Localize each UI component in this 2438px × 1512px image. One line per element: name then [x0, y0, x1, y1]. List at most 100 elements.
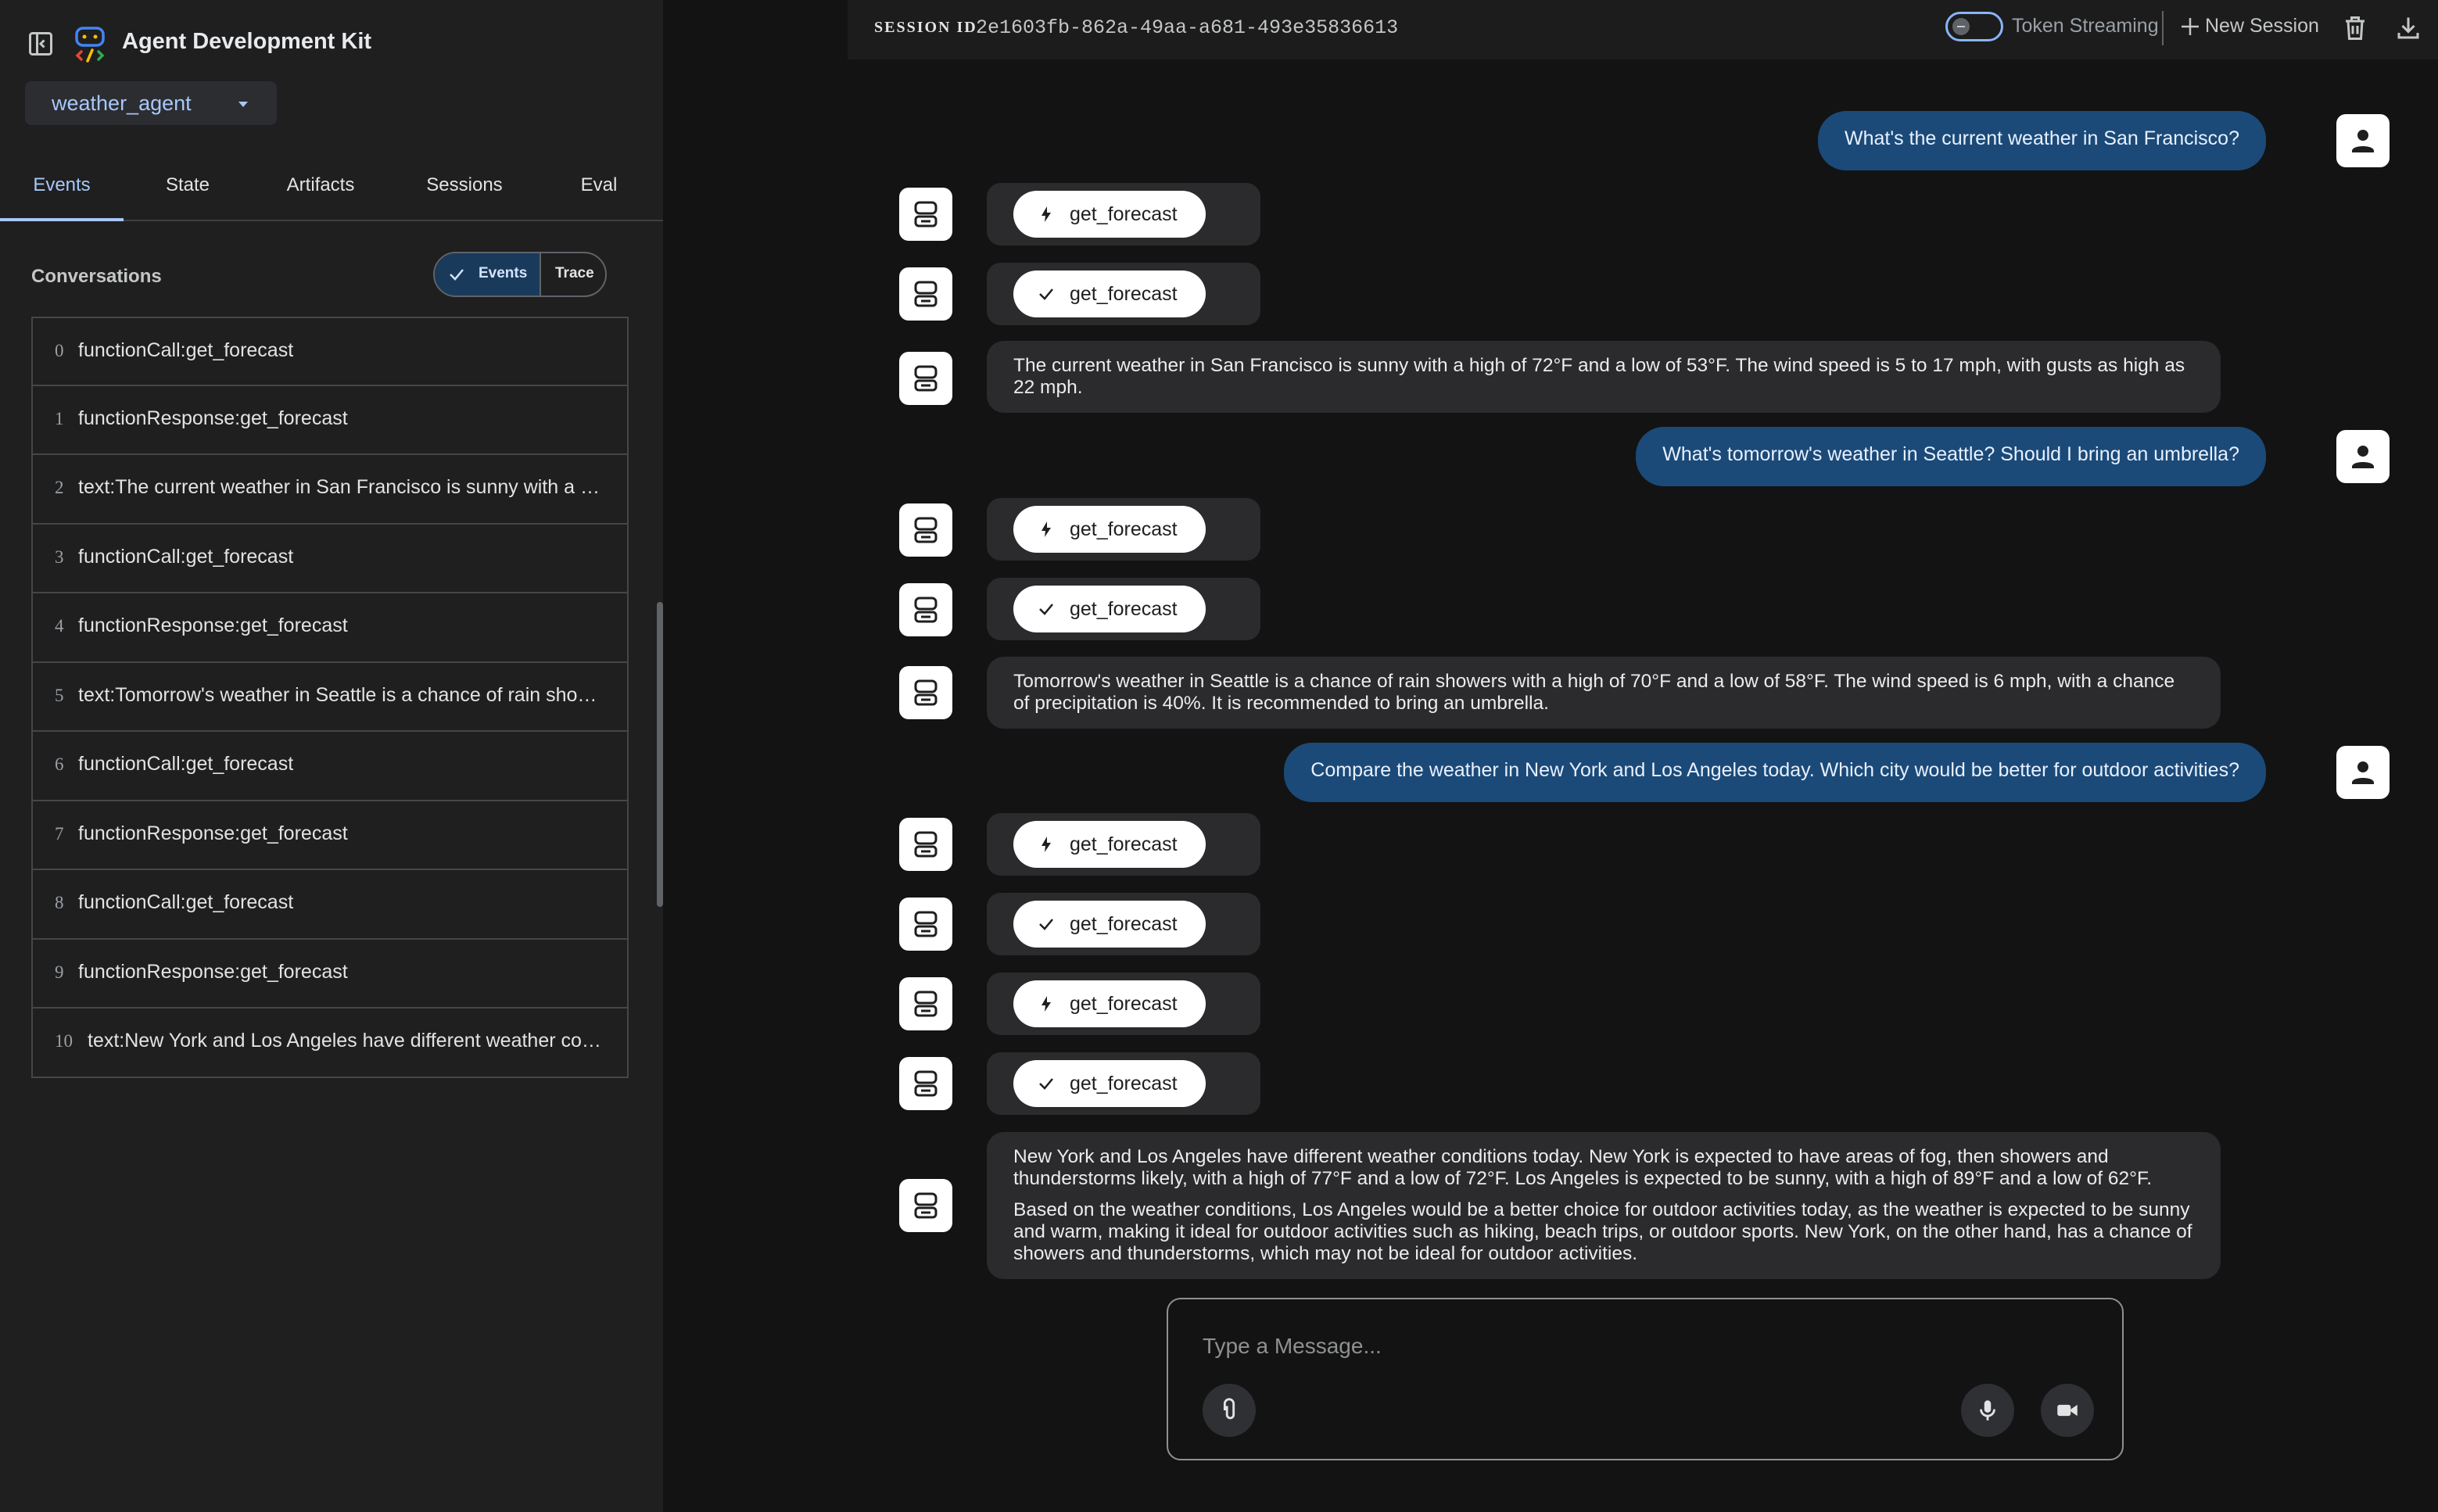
bolt-icon	[1037, 520, 1056, 539]
bolt-icon	[1037, 994, 1056, 1013]
check-icon	[1037, 600, 1056, 618]
check-icon	[1037, 285, 1056, 303]
event-index: 5	[55, 685, 64, 705]
agent-select[interactable]: weather_agent	[25, 81, 277, 125]
events-toggle-button[interactable]: Events	[435, 253, 541, 296]
event-text: functionResponse:get_forecast	[78, 614, 348, 636]
chevron-down-icon	[235, 95, 252, 113]
attach-button[interactable]	[1203, 1384, 1256, 1437]
event-row[interactable]: 0 functionCall:get_forecast	[31, 317, 629, 386]
message-input[interactable]: Type a Message...	[1167, 1298, 2124, 1460]
session-id-label: SESSION ID	[874, 19, 977, 36]
event-row[interactable]: 7 functionResponse:get_forecast	[31, 801, 629, 870]
agent-message: Tomorrow's weather in Seattle is a chanc…	[987, 657, 2221, 729]
function-call-chip[interactable]: get_forecast	[1013, 506, 1206, 553]
event-list: 0 functionCall:get_forecast 1 functionResp…	[31, 317, 629, 1078]
sidebar: Agent Development Kit weather_agent Even…	[0, 0, 663, 1512]
event-index: 9	[55, 962, 64, 982]
tab-label: Eval	[580, 174, 618, 195]
event-row[interactable]: 8 functionCall:get_forecast	[31, 870, 629, 940]
agent-message: The current weather in San Francisco is …	[987, 341, 2221, 413]
function-name: get_forecast	[1070, 283, 1178, 305]
microphone-icon	[1980, 1400, 1995, 1421]
tab-events[interactable]: Events	[0, 160, 124, 221]
event-index: 10	[55, 1031, 73, 1051]
trace-toggle-button[interactable]: Trace	[541, 253, 605, 296]
agent-avatar	[899, 583, 952, 636]
tab-label: State	[165, 174, 210, 195]
agent-avatar	[899, 977, 952, 1030]
agent-select-value: weather_agent	[52, 91, 192, 115]
tab-sessions[interactable]: Sessions	[407, 160, 522, 218]
agent-message: New York and Los Angeles have different …	[987, 1132, 2221, 1279]
function-call-chip[interactable]: get_forecast	[1013, 821, 1206, 868]
event-index: 2	[55, 478, 64, 497]
function-response-chip[interactable]: get_forecast	[1013, 586, 1206, 632]
event-index: 0	[55, 341, 64, 360]
function-response-chip[interactable]: get_forecast	[1013, 271, 1206, 317]
user-message: Compare the weather in New York and Los …	[1284, 743, 2266, 802]
bot-icon	[914, 831, 938, 858]
tab-state[interactable]: State	[133, 160, 242, 218]
video-button[interactable]	[2041, 1384, 2094, 1437]
sidebar-scrollbar[interactable]	[657, 602, 663, 907]
check-icon	[447, 265, 466, 284]
agent-avatar	[899, 818, 952, 871]
app-title: Agent Development Kit	[122, 29, 372, 54]
function-response-chip[interactable]: get_forecast	[1013, 1060, 1206, 1107]
function-name: get_forecast	[1070, 833, 1178, 855]
paperclip-icon	[1223, 1398, 1235, 1420]
event-row[interactable]: 2 text:The current weather in San Francis…	[31, 455, 629, 525]
agent-message-text: Tomorrow's weather in Seattle is a chanc…	[1013, 671, 2175, 714]
conversations-heading: Conversations	[31, 266, 162, 287]
bolt-icon	[1037, 835, 1056, 854]
agent-avatar	[899, 666, 952, 719]
tab-label: Artifacts	[286, 174, 355, 195]
event-row[interactable]: 1 functionResponse:get_forecast	[31, 385, 629, 455]
event-row[interactable]: 5 text:Tomorrow's weather in Seattle is a…	[31, 662, 629, 732]
agent-avatar	[899, 188, 952, 241]
function-call-card: get_forecast	[987, 973, 1260, 1035]
event-text: functionCall:get_forecast	[78, 753, 294, 775]
function-name: get_forecast	[1070, 993, 1178, 1015]
check-icon	[1037, 1074, 1056, 1093]
bot-icon	[914, 1070, 938, 1097]
toggle-knob	[1952, 18, 1970, 35]
function-call-card: get_forecast	[987, 498, 1260, 561]
delete-icon[interactable]	[2341, 14, 2369, 42]
token-streaming-toggle[interactable]	[1945, 12, 2003, 41]
tab-label: Events	[33, 174, 91, 195]
event-text: functionResponse:get_forecast	[78, 960, 348, 983]
event-text: text:Tomorrow's weather in Seattle is a …	[78, 683, 604, 706]
divider	[2162, 11, 2164, 45]
user-message: What's the current weather in San Franci…	[1817, 111, 2266, 170]
bolt-icon	[1037, 205, 1056, 224]
new-session-label: New Session	[2205, 15, 2319, 37]
person-icon	[2352, 130, 2374, 152]
microphone-button[interactable]	[1961, 1384, 2014, 1437]
plus-icon	[2178, 15, 2202, 38]
event-index: 4	[55, 616, 64, 636]
person-icon	[2352, 761, 2374, 784]
event-row[interactable]: 10 text:New York and Los Angeles have dif…	[31, 1009, 629, 1078]
function-response-chip[interactable]: get_forecast	[1013, 901, 1206, 948]
agent-message-text: The current weather in San Francisco is …	[1013, 355, 2185, 398]
tab-artifacts[interactable]: Artifacts	[263, 160, 378, 218]
function-call-chip[interactable]: get_forecast	[1013, 191, 1206, 238]
download-icon[interactable]	[2394, 14, 2422, 42]
event-row[interactable]: 4 functionResponse:get_forecast	[31, 593, 629, 663]
event-row[interactable]: 6 functionCall:get_forecast	[31, 732, 629, 801]
tab-eval[interactable]: Eval	[552, 160, 646, 218]
function-name: get_forecast	[1070, 518, 1178, 540]
bot-icon	[914, 911, 938, 937]
person-icon	[2352, 446, 2374, 468]
message-input-placeholder: Type a Message...	[1203, 1334, 1382, 1358]
event-row[interactable]: 3 functionCall:get_forecast	[31, 524, 629, 593]
agent-message-text: Based on the weather conditions, Los Ang…	[1013, 1199, 2192, 1264]
function-call-chip[interactable]: get_forecast	[1013, 980, 1206, 1027]
agent-avatar	[899, 503, 952, 557]
event-row[interactable]: 9 functionResponse:get_forecast	[31, 939, 629, 1009]
session-id-value: 2e1603fb-862a-49aa-a681-493e35836613	[976, 16, 1399, 39]
sidebar-toggle-icon[interactable]	[27, 30, 55, 58]
function-name: get_forecast	[1070, 913, 1178, 935]
